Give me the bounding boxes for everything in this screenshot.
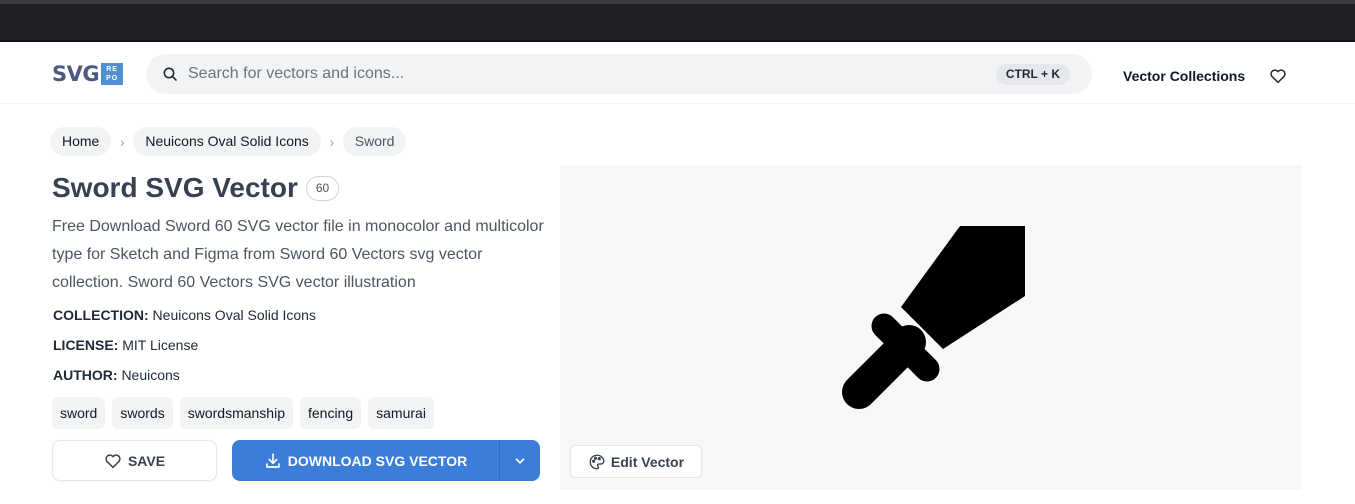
browser-chrome xyxy=(0,0,1355,42)
tag-sword[interactable]: sword xyxy=(52,397,106,429)
download-button-group: DOWNLOAD SVG VECTOR xyxy=(232,440,540,481)
meta-license-label: LICENSE: xyxy=(53,337,119,353)
chevron-right-icon: › xyxy=(329,133,335,150)
download-icon xyxy=(265,452,280,468)
heart-icon xyxy=(105,453,121,468)
save-label: SAVE xyxy=(127,452,166,469)
edit-vector-button[interactable]: Edit Vector xyxy=(570,445,702,478)
page-title: Sword SVG Vector xyxy=(52,172,298,203)
meta-author-value[interactable]: Neuicons xyxy=(121,367,179,383)
meta-collection-label: COLLECTION: xyxy=(53,307,149,323)
meta-license-value[interactable]: MIT License xyxy=(122,337,198,353)
description: Free Download Sword 60 SVG vector file i… xyxy=(52,218,544,291)
meta-author-label: AUTHOR: xyxy=(53,367,118,383)
save-button[interactable]: SAVE xyxy=(52,440,217,481)
meta-collection: COLLECTION: Neuicons Oval Solid Icons xyxy=(53,307,316,323)
shortcut-badge: CTRL + K xyxy=(995,64,1070,85)
download-options-toggle[interactable] xyxy=(500,440,540,481)
logo-box: RE PO xyxy=(101,63,124,85)
count-badge: 60 xyxy=(305,175,340,201)
tag-samurai[interactable]: samurai xyxy=(368,397,434,429)
search-bar[interactable]: CTRL + K xyxy=(146,54,1092,94)
navbar: SVG RE PO CTRL + K Vector Collections xyxy=(0,42,1355,104)
tag-swords[interactable]: swords xyxy=(112,397,173,429)
meta-collection-value[interactable]: Neuicons Oval Solid Icons xyxy=(153,307,316,323)
download-button[interactable]: DOWNLOAD SVG VECTOR xyxy=(232,440,500,481)
meta-license: LICENSE: MIT License xyxy=(53,337,198,353)
vector-collections-link[interactable]: Vector Collections xyxy=(1123,68,1245,84)
logo[interactable]: SVG RE PO xyxy=(52,62,124,86)
search-input[interactable] xyxy=(188,54,988,94)
tag-list: sword swords swordsmanship fencing samur… xyxy=(52,397,434,429)
edit-vector-label: Edit Vector xyxy=(610,453,685,470)
chevron-right-icon: › xyxy=(120,133,125,150)
logo-box-line2: PO xyxy=(106,75,119,82)
tag-fencing[interactable]: fencing xyxy=(299,397,362,429)
tag-swordsmanship[interactable]: swordsmanship xyxy=(179,397,293,429)
breadcrumb: Home › Neuicons Oval Solid Icons › Sword xyxy=(50,127,407,156)
breadcrumb-collection[interactable]: Neuicons Oval Solid Icons xyxy=(133,127,321,156)
breadcrumb-home[interactable]: Home xyxy=(50,127,112,156)
meta-author: AUTHOR: Neuicons xyxy=(53,367,180,383)
title-row: Sword SVG Vector 60 xyxy=(52,172,340,204)
chevron-down-icon xyxy=(515,457,525,464)
palette-icon xyxy=(589,454,605,469)
heart-icon[interactable] xyxy=(1269,67,1287,85)
breadcrumb-current[interactable]: Sword xyxy=(342,127,407,156)
vector-preview: Edit Vector xyxy=(560,165,1302,490)
download-label: DOWNLOAD SVG VECTOR xyxy=(287,452,468,469)
sword-icon xyxy=(842,226,1025,409)
logo-box-line1: RE xyxy=(106,66,118,73)
logo-text: SVG xyxy=(52,62,100,86)
search-icon xyxy=(163,67,177,81)
